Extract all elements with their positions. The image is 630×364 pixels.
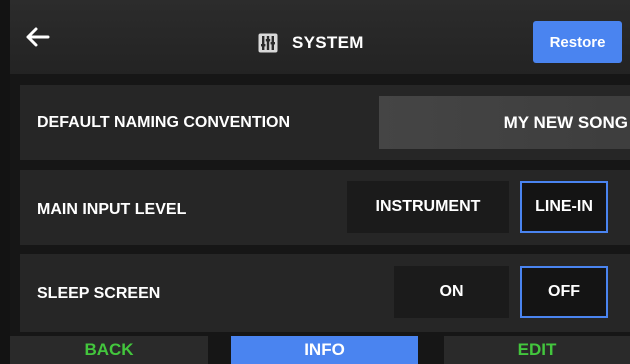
setting-row-naming: DEFAULT NAMING CONVENTION MY NEW SONG	[20, 85, 630, 160]
naming-convention-field[interactable]: MY NEW SONG	[379, 96, 630, 149]
arrow-left-icon	[26, 27, 50, 47]
setting-row-input-level: MAIN INPUT LEVEL INSTRUMENT LINE-IN	[20, 170, 630, 245]
setting-row-sleep-screen: SLEEP SCREEN ON OFF	[20, 254, 630, 332]
device-screen: SYSTEM Restore DEFAULT NAMING CONVENTION…	[10, 0, 630, 364]
sleep-on-option-button[interactable]: ON	[394, 266, 509, 318]
back-arrow-button[interactable]	[24, 26, 50, 48]
line-in-option-button[interactable]: LINE-IN	[520, 181, 608, 233]
naming-label: DEFAULT NAMING CONVENTION	[37, 114, 291, 131]
sliders-icon	[258, 33, 278, 53]
header-bar: SYSTEM Restore	[10, 0, 630, 74]
info-button[interactable]: INFO	[231, 336, 418, 364]
edit-button[interactable]: EDIT	[444, 336, 630, 364]
restore-button[interactable]: Restore	[533, 21, 622, 63]
input-level-label: MAIN INPUT LEVEL	[37, 201, 187, 218]
header-title-group: SYSTEM	[258, 30, 364, 56]
sleep-screen-label: SLEEP SCREEN	[37, 285, 161, 302]
footer-bar: BACK INFO EDIT	[10, 336, 630, 364]
instrument-option-button[interactable]: INSTRUMENT	[347, 181, 509, 233]
sleep-off-option-button[interactable]: OFF	[520, 266, 608, 318]
page-title: SYSTEM	[292, 33, 364, 52]
back-button[interactable]: BACK	[10, 336, 208, 364]
